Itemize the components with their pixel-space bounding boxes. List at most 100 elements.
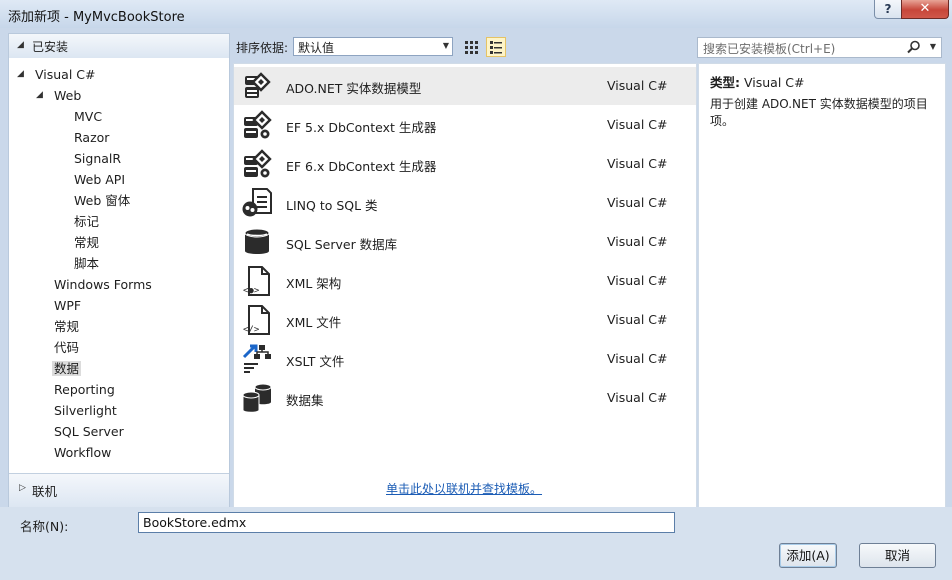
close-button[interactable]: ✕	[901, 0, 949, 19]
svg-text:</>: </>	[243, 325, 260, 335]
template-item-name: 数据集	[286, 393, 324, 408]
tree-item-label: 数据	[52, 361, 82, 376]
title-bar[interactable]: 添加新项 - MyMvcBookStore ? ✕	[0, 0, 952, 28]
template-item[interactable]: SQL Server 数据库 Visual C#	[234, 223, 696, 261]
installed-header[interactable]: ◢ 已安装	[9, 34, 229, 58]
template-item[interactable]: EF 5.x DbContext 生成器 Visual C#	[234, 106, 696, 144]
template-list: ADO.NET 实体数据模型 Visual C# EF 5.x DbContext …	[233, 63, 697, 508]
window-title: 添加新项 - MyMvcBookStore	[8, 10, 185, 25]
tree-item-label: Windows Forms	[54, 277, 152, 292]
template-item-language: Visual C#	[607, 273, 668, 288]
tree-item[interactable]: 代码	[54, 337, 79, 358]
tree-item[interactable]: 数据	[52, 358, 82, 379]
tree-item[interactable]: Silverlight	[54, 400, 117, 421]
add-button[interactable]: 添加(A)	[779, 543, 837, 568]
template-item[interactable]: ADO.NET 实体数据模型 Visual C#	[234, 67, 696, 105]
tree-item[interactable]: Razor	[74, 127, 109, 148]
tree-item-label: Silverlight	[54, 403, 117, 418]
small-icons-view-button[interactable]	[461, 37, 481, 57]
tree-item-label: 常规	[74, 235, 100, 250]
add-new-item-dialog: 添加新项 - MyMvcBookStore ? ✕ ◢ 已安装 ◢ Visual …	[0, 0, 952, 580]
collapse-arrow-icon[interactable]: ◢	[36, 85, 43, 106]
entity-model-icon	[241, 70, 273, 102]
sort-value: 默认值	[298, 41, 335, 55]
online-section[interactable]: ▷ 联机	[9, 473, 229, 508]
tree-item[interactable]: Windows Forms	[54, 274, 152, 295]
tree-item[interactable]: ◢ Visual C#	[17, 64, 96, 85]
template-item-language: Visual C#	[607, 312, 668, 327]
template-item[interactable]: LINQ to SQL 类 Visual C#	[234, 184, 696, 222]
grid-view-icon	[465, 41, 478, 54]
online-label: 联机	[32, 484, 58, 499]
tree-item-label: Workflow	[54, 445, 112, 460]
tree-item[interactable]: SQL Server	[54, 421, 124, 442]
tree-item-label: Visual C#	[35, 67, 96, 82]
tree-item-label: WPF	[54, 298, 82, 313]
search-options-chevron-icon[interactable]: ▼	[930, 42, 936, 51]
template-item[interactable]: XSLT 文件 Visual C#	[234, 340, 696, 378]
template-item-name: SQL Server 数据库	[286, 237, 398, 252]
chevron-down-icon: ▼	[442, 41, 449, 50]
type-key: 类型:	[710, 75, 740, 90]
list-view-button[interactable]	[486, 37, 506, 57]
tree-item[interactable]: Workflow	[54, 442, 111, 463]
tree-item[interactable]: 标记	[74, 211, 99, 232]
find-templates-online-link[interactable]: 单击此处以联机并查找模板。	[386, 480, 542, 497]
template-category-panel: ◢ 已安装 ◢ Visual C# ◢ Web MVC Razor SignalR Web A…	[8, 33, 230, 508]
dbcontext-generator-icon	[241, 109, 273, 141]
search-icon[interactable]	[907, 40, 921, 57]
template-item-name: XML 架构	[286, 276, 342, 291]
tree-item-label: Reporting	[54, 382, 115, 397]
tree-item[interactable]: 脚本	[74, 253, 99, 274]
tree-item[interactable]: 常规	[74, 232, 99, 253]
tree-item-label: Razor	[74, 130, 110, 145]
sort-dropdown[interactable]: 默认值 ▼	[293, 37, 453, 56]
expand-arrow-icon[interactable]: ▷	[19, 483, 26, 493]
template-item-name: EF 5.x DbContext 生成器	[286, 120, 437, 135]
template-item-name: XML 文件	[286, 315, 342, 330]
tree-item[interactable]: Reporting	[54, 379, 115, 400]
tree-item[interactable]: Web API	[74, 169, 125, 190]
tree-item-label: 标记	[74, 214, 100, 229]
tree-item[interactable]: MVC	[74, 106, 102, 127]
tree-item-label: Web 窗体	[74, 193, 131, 208]
name-input[interactable]	[138, 512, 675, 533]
template-item-language: Visual C#	[607, 234, 668, 249]
tree-item-label: 脚本	[74, 256, 100, 271]
dbcontext-generator-icon	[241, 148, 273, 180]
xml-file-icon: </>	[241, 304, 273, 336]
tree-item-label: 代码	[54, 340, 80, 355]
bottom-bar: 名称(N): 添加(A) 取消	[0, 507, 952, 580]
template-item-name: LINQ to SQL 类	[286, 198, 378, 213]
template-item[interactable]: 数据集 Visual C#	[234, 379, 696, 417]
list-view-icon	[490, 41, 502, 54]
linq-to-sql-icon	[241, 187, 273, 219]
tree-item-label: Web API	[74, 172, 126, 187]
tree-item[interactable]: 常规	[54, 316, 79, 337]
tree-item[interactable]: Web 窗体	[74, 190, 130, 211]
search-placeholder: 搜索已安装模板(Ctrl+E)	[703, 42, 836, 56]
xslt-file-icon	[241, 343, 273, 375]
tree-item-label: SignalR	[74, 151, 122, 166]
xml-schema-icon: <●>	[241, 265, 273, 297]
template-item-language: Visual C#	[607, 117, 668, 132]
tree-item[interactable]: SignalR	[74, 148, 121, 169]
cancel-button[interactable]: 取消	[859, 543, 936, 568]
installed-label: 已安装	[32, 40, 69, 54]
template-item[interactable]: <●> XML 架构 Visual C#	[234, 262, 696, 300]
template-item-language: Visual C#	[607, 351, 668, 366]
template-item[interactable]: EF 6.x DbContext 生成器 Visual C#	[234, 145, 696, 183]
tree-item[interactable]: ◢ Web	[36, 85, 81, 106]
template-item-language: Visual C#	[607, 156, 668, 171]
dataset-icon	[241, 382, 273, 414]
template-item[interactable]: </> XML 文件 Visual C#	[234, 301, 696, 339]
help-button[interactable]: ?	[874, 0, 902, 19]
collapse-arrow-icon[interactable]: ◢	[17, 40, 24, 50]
template-item-name: EF 6.x DbContext 生成器	[286, 159, 437, 174]
search-installed-templates[interactable]: 搜索已安装模板(Ctrl+E) ▼	[697, 37, 942, 58]
template-details-panel: 类型: Visual C# 用于创建 ADO.NET 实体数据模型的项目项。	[698, 63, 946, 508]
tree-item[interactable]: WPF	[54, 295, 81, 316]
svg-text:<●>: <●>	[243, 286, 260, 296]
type-value: Visual C#	[743, 75, 805, 90]
collapse-arrow-icon[interactable]: ◢	[17, 64, 24, 85]
